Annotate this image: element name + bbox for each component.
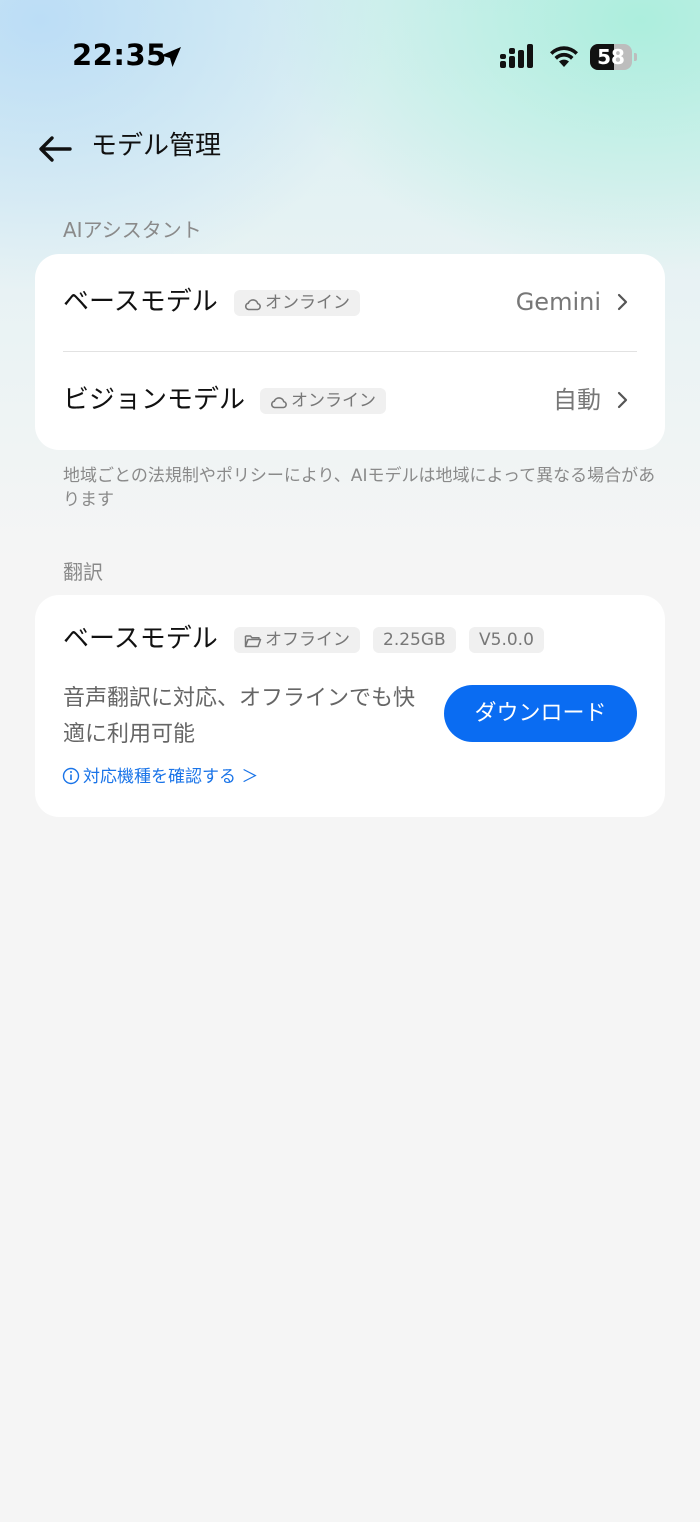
size-tag: 2.25GB — [373, 627, 456, 653]
base-model-row[interactable]: ベースモデル オンライン Gemini — [35, 254, 665, 352]
chevron-right-icon — [617, 391, 628, 409]
online-tag: オンライン — [260, 388, 386, 414]
header: モデル管理 — [0, 118, 700, 178]
status-time: 22:35 — [72, 38, 167, 72]
row-value: Gemini — [515, 288, 601, 316]
info-icon — [62, 767, 80, 785]
row-value: 自動 — [553, 386, 601, 414]
folder-icon — [244, 635, 262, 648]
offline-tag: オフライン — [234, 627, 360, 653]
translation-description: 音声翻訳に対応、オフラインでも快適に利用可能 — [63, 686, 416, 747]
battery-indicator: 58 — [590, 44, 638, 70]
supported-devices-link[interactable]: 対応機種を確認する ＞ — [62, 765, 258, 789]
section-label-ai-assistant: AIアシスタント — [63, 218, 202, 242]
translation-card: ベースモデル オフライン 2.25GB V5.0.0 音声翻訳に対応、オフライン… — [35, 595, 665, 817]
cloud-icon — [270, 397, 287, 409]
cloud-icon — [244, 299, 261, 311]
section-label-translation: 翻訳 — [63, 560, 103, 584]
download-button[interactable]: ダウンロード — [444, 685, 637, 742]
chevron-right-icon — [617, 293, 628, 311]
wifi-icon — [550, 46, 578, 67]
status-bar: 22:35 58 — [0, 0, 700, 110]
region-note: 地域ごとの法規制やポリシーにより、AIモデルは地域によって異なる場合があります — [63, 466, 656, 510]
online-tag: オンライン — [234, 290, 360, 316]
cellular-signal-icon — [500, 44, 533, 68]
battery-level-text: 58 — [597, 45, 625, 69]
page-title: モデル管理 — [91, 131, 222, 161]
translation-model-title: ベースモデル — [63, 624, 218, 654]
vision-model-row[interactable]: ビジョンモデル オンライン 自動 — [35, 352, 665, 450]
back-arrow-icon[interactable] — [34, 128, 76, 170]
row-title: ビジョンモデル — [63, 385, 246, 415]
version-tag: V5.0.0 — [469, 627, 544, 653]
location-arrow-icon — [161, 47, 181, 67]
row-title: ベースモデル — [63, 287, 218, 317]
ai-assistant-card: ベースモデル オンライン Gemini ビジョンモデル オンライン 自動 — [35, 254, 665, 450]
